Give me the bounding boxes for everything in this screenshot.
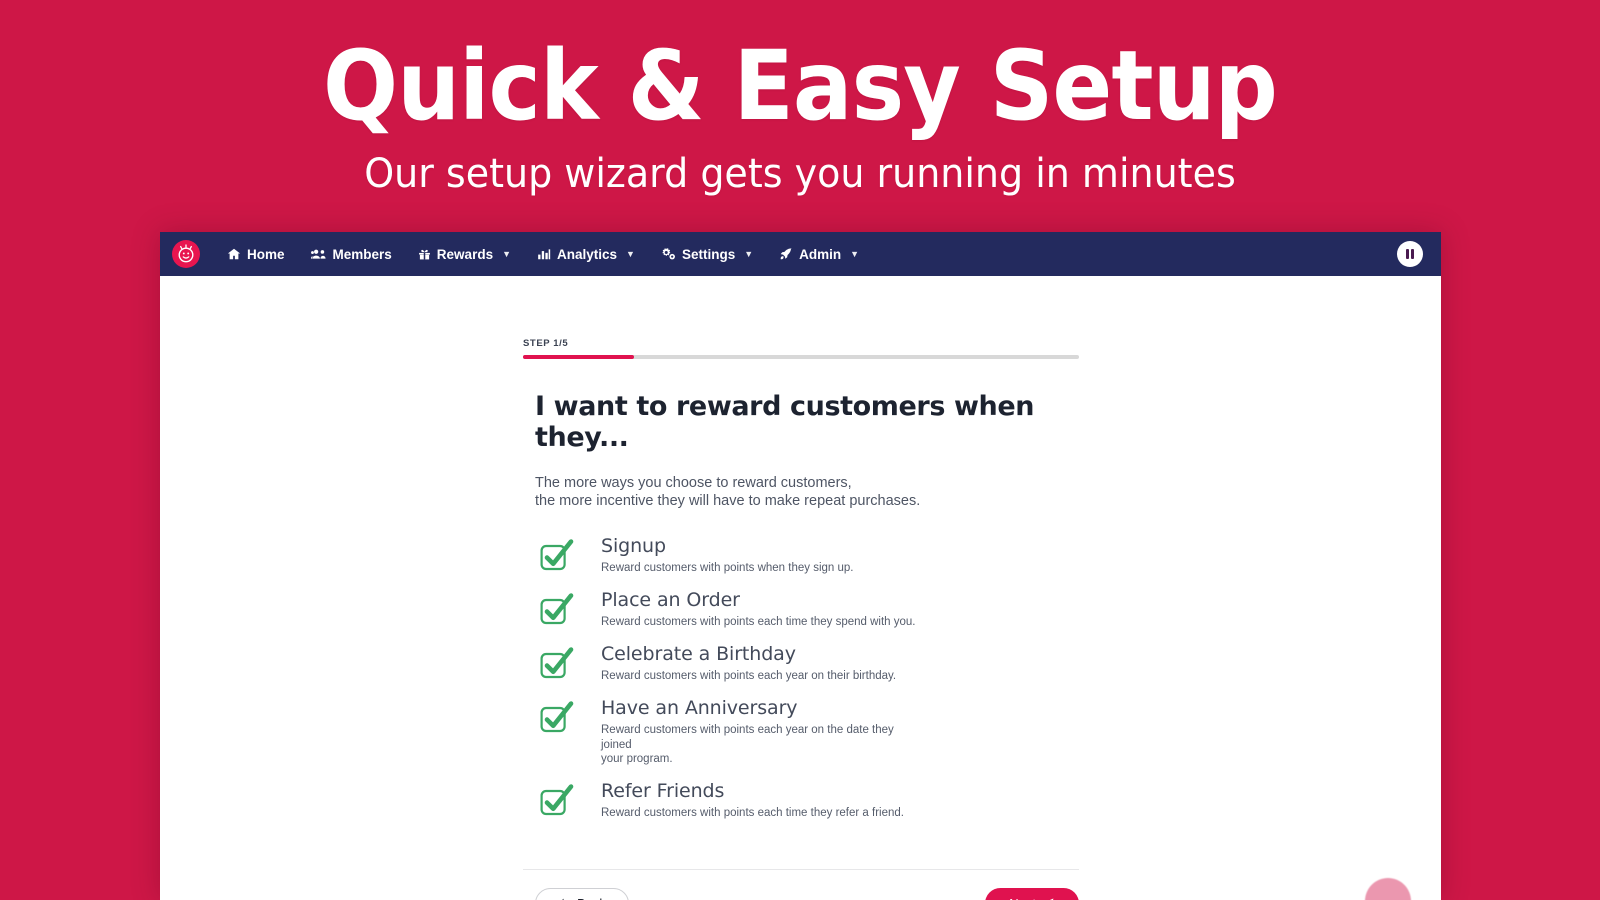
chevron-down-icon: ▼ (626, 248, 635, 259)
list-item[interactable]: Have an Anniversary Reward customers wit… (535, 696, 1079, 768)
home-icon (227, 247, 241, 261)
pause-button[interactable] (1397, 241, 1423, 267)
nav-item-analytics[interactable]: Analytics ▼ (524, 232, 648, 276)
option-text: Have an Anniversary Reward customers wit… (579, 696, 1079, 768)
nav-item-admin[interactable]: Admin ▼ (766, 232, 872, 276)
option-text: Celebrate a Birthday Reward customers wi… (579, 642, 1079, 684)
option-description: Reward customers with points each year o… (601, 669, 897, 682)
option-description: Reward customers with points each time t… (601, 807, 904, 820)
list-item[interactable]: Place an Order Reward customers with poi… (535, 589, 1079, 630)
step-label: STEP 1/5 (523, 338, 569, 349)
option-title: Celebrate a Birthday (601, 642, 796, 665)
option-title: Have an Anniversary (601, 696, 798, 719)
checkbox-have-an-anniversary[interactable] (535, 698, 579, 733)
list-item[interactable]: Refer Friends Reward customers with poin… (535, 781, 1079, 821)
chevron-down-icon: ▼ (744, 248, 754, 259)
page-title: I want to reward customers when they... (535, 391, 1035, 453)
option-title: Place an Order (601, 589, 740, 612)
arrow-right-icon (1043, 896, 1055, 900)
list-item[interactable]: Signup Reward customers with points when… (535, 536, 1079, 576)
nav-label-analytics: Analytics (557, 246, 618, 262)
nav-label-home: Home (247, 246, 285, 262)
chat-bubble-icon[interactable] (1365, 878, 1411, 900)
option-text: Refer Friends Reward customers with poin… (579, 781, 1079, 821)
bar-chart-icon (537, 247, 551, 261)
progress-bar-fill (523, 355, 635, 359)
option-text: Place an Order Reward customers with poi… (579, 589, 1079, 630)
smiley-face-logo-icon[interactable] (172, 240, 200, 268)
nav-label-rewards: Rewards (436, 246, 494, 262)
app-window: Home Members Rewards ▼ Analytics ▼ Setti… (160, 232, 1441, 900)
option-title: Refer Friends (601, 780, 725, 803)
setup-wizard: STEP 1/5 I want to reward customers when… (160, 276, 1441, 900)
nav-item-home[interactable]: Home (214, 232, 298, 276)
promo-subtitle: Our setup wizard gets you running in min… (364, 151, 1236, 198)
option-description: Reward customers with points each year o… (601, 723, 894, 766)
chevron-down-icon: ▼ (502, 248, 511, 259)
gift-icon (418, 247, 431, 261)
nav-label-settings: Settings (681, 246, 736, 262)
checkbox-celebrate-a-birthday[interactable] (535, 644, 579, 679)
next-button[interactable]: Next (985, 888, 1079, 900)
list-item[interactable]: Celebrate a Birthday Reward customers wi… (535, 642, 1079, 684)
rocket-icon (779, 247, 793, 261)
checkbox-refer-friends[interactable] (535, 781, 579, 816)
checkbox-place-an-order[interactable] (535, 590, 579, 625)
chevron-down-icon: ▼ (850, 248, 860, 259)
arrow-left-icon (558, 896, 570, 900)
wizard-footer: Back Next (523, 869, 1079, 900)
top-navbar: Home Members Rewards ▼ Analytics ▼ Setti… (160, 232, 1441, 276)
nav-label-members: Members (332, 246, 392, 262)
back-button-label: Back (577, 896, 606, 900)
nav-label-admin: Admin (799, 246, 842, 262)
promo-header: Quick & Easy Setup Our setup wizard gets… (0, 0, 1600, 232)
page-root: Quick & Easy Setup Our setup wizard gets… (0, 0, 1600, 900)
nav-item-members[interactable]: Members (298, 232, 405, 276)
nav-item-settings[interactable]: Settings ▼ (648, 232, 766, 276)
users-icon (310, 247, 327, 261)
back-button[interactable]: Back (535, 888, 629, 900)
pause-icon-bar-right (1411, 249, 1415, 259)
reward-options-list: Signup Reward customers with points when… (535, 536, 1079, 821)
cogs-icon (661, 247, 676, 261)
wizard-content: STEP 1/5 I want to reward customers when… (523, 338, 1079, 900)
progress-bar-track (523, 355, 1079, 359)
option-description: Reward customers with points when they s… (601, 562, 854, 575)
option-title: Signup (601, 535, 666, 558)
wizard-subtitle: The more ways you choose to reward custo… (535, 475, 921, 509)
option-text: Signup Reward customers with points when… (579, 536, 1079, 576)
nav-item-rewards[interactable]: Rewards ▼ (405, 232, 524, 276)
checkbox-signup[interactable] (535, 536, 579, 571)
next-button-label: Next (1009, 896, 1036, 900)
promo-title: Quick & Easy Setup (323, 30, 1278, 142)
pause-icon-bar-left (1405, 249, 1409, 259)
option-description: Reward customers with points each time t… (601, 616, 916, 628)
